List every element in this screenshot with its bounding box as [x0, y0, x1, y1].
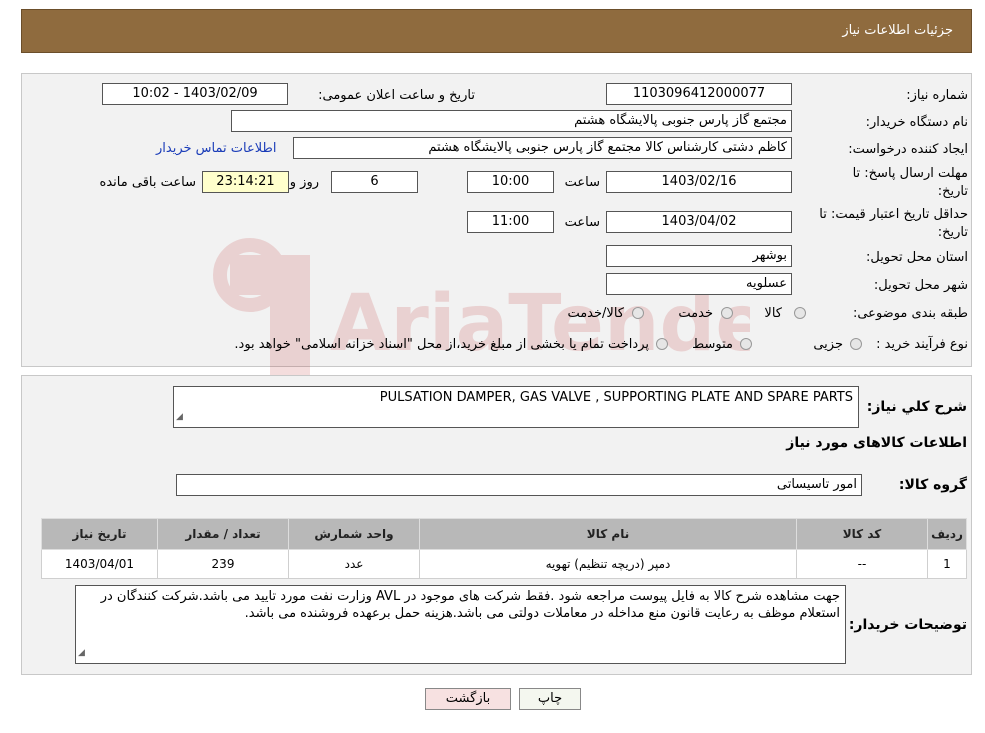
- col-code-header: کد کالا: [796, 518, 928, 550]
- notes-text: جهت مشاهده شرح کالا به فایل پیوست مراجعه…: [100, 589, 840, 621]
- process-radio-small[interactable]: [850, 338, 862, 350]
- buyer-org-label: نام دستگاه خریدار:: [865, 115, 968, 130]
- cell-code: --: [796, 549, 928, 579]
- notes-label: توضیحات خریدار:: [848, 617, 967, 633]
- cell-unit: عدد: [288, 549, 420, 579]
- announce-label: تاریخ و ساعت اعلان عمومی:: [318, 88, 475, 103]
- process-radio-treasury[interactable]: [656, 338, 668, 350]
- days-label: روز و: [289, 175, 319, 190]
- cell-name: دمپر (دریچه تنظیم) تهویه: [419, 549, 797, 579]
- need-number-field: 1103096412000077: [606, 83, 792, 105]
- page-title: جزئیات اطلاعات نیاز: [842, 23, 953, 38]
- remaining-time-field: 23:14:21: [202, 171, 289, 193]
- category-radio-goods-service[interactable]: [632, 307, 644, 319]
- process-option-medium: متوسط: [692, 337, 733, 352]
- deadline-time-field: 10:00: [467, 171, 554, 193]
- group-label: گروه کالا:: [898, 477, 967, 493]
- validity-label-date: تاریخ:: [937, 225, 968, 240]
- desc-text: PULSATION DAMPER, GAS VALVE , SUPPORTING…: [379, 390, 853, 405]
- watermark-mark-icon: [230, 255, 310, 385]
- table-row: 1 -- دمپر (دریچه تنظیم) تهویه عدد 239 14…: [41, 549, 967, 579]
- back-button[interactable]: بازگشت: [425, 688, 511, 710]
- page-header: جزئیات اطلاعات نیاز: [21, 9, 972, 53]
- validity-time-label: ساعت: [564, 215, 600, 230]
- creator-label: ایجاد کننده درخواست:: [848, 142, 968, 157]
- col-name-header: نام کالا: [419, 518, 797, 550]
- category-option-service: خدمت: [678, 306, 713, 321]
- goods-info-heading: اطلاعات کالاهای مورد نیاز: [786, 435, 967, 451]
- need-number-label: شماره نیاز:: [906, 88, 968, 103]
- province-field: بوشهر: [606, 245, 792, 267]
- deadline-date-field: 1403/02/16: [606, 171, 792, 193]
- province-label: استان محل تحویل:: [866, 250, 968, 265]
- cell-qty: 239: [157, 549, 289, 579]
- cell-row: 1: [927, 549, 967, 579]
- category-radio-goods[interactable]: [794, 307, 806, 319]
- print-button[interactable]: چاپ: [519, 688, 581, 710]
- process-radio-medium[interactable]: [740, 338, 752, 350]
- city-field: عسلویه: [606, 273, 792, 295]
- desc-label: شرح کلي نياز:: [866, 399, 967, 415]
- goods-table-header-row: ردیف کد کالا نام کالا واحد شمارش تعداد /…: [41, 518, 967, 550]
- deadline-label-date: تاریخ:: [937, 184, 968, 199]
- city-label: شهر محل تحویل:: [873, 278, 968, 293]
- category-radio-service[interactable]: [721, 307, 733, 319]
- col-date-header: تاریخ نیاز: [41, 518, 158, 550]
- resize-grip-icon[interactable]: ◢: [78, 645, 85, 662]
- goods-table: ردیف کد کالا نام کالا واحد شمارش تعداد /…: [41, 518, 967, 579]
- deadline-label: مهلت ارسال پاسخ: تا: [852, 166, 968, 181]
- validity-time-field: 11:00: [467, 211, 554, 233]
- remaining-label: ساعت باقی مانده: [99, 175, 196, 190]
- days-remaining-field: 6: [331, 171, 418, 193]
- notes-textarea[interactable]: جهت مشاهده شرح کالا به فایل پیوست مراجعه…: [75, 585, 846, 664]
- process-note: پرداخت تمام یا بخشی از مبلغ خرید،از محل …: [234, 337, 649, 352]
- cell-date: 1403/04/01: [41, 549, 158, 579]
- category-option-goods-service: کالا/خدمت: [567, 306, 624, 321]
- group-field: امور تاسیساتی: [176, 474, 862, 496]
- resize-grip-icon[interactable]: ◢: [176, 409, 183, 426]
- validity-date-field: 1403/04/02: [606, 211, 792, 233]
- desc-textarea[interactable]: PULSATION DAMPER, GAS VALVE , SUPPORTING…: [173, 386, 859, 428]
- col-row-header: ردیف: [927, 518, 967, 550]
- col-unit-header: واحد شمارش: [288, 518, 420, 550]
- col-qty-header: تعداد / مقدار: [157, 518, 289, 550]
- validity-label: حداقل تاریخ اعتبار قیمت: تا: [819, 207, 968, 222]
- buyer-org-field: مجتمع گاز پارس جنوبی پالایشگاه هشتم: [231, 110, 792, 132]
- process-label: نوع فرآیند خرید :: [876, 337, 968, 352]
- process-option-small: جزیی: [813, 337, 843, 352]
- announce-field: 1403/02/09 - 10:02: [102, 83, 288, 105]
- deadline-time-label: ساعت: [564, 175, 600, 190]
- category-option-goods: کالا: [764, 306, 782, 321]
- creator-field: کاظم دشتی کارشناس کالا مجتمع گاز پارس جن…: [293, 137, 792, 159]
- buyer-contact-link[interactable]: اطلاعات تماس خریدار: [156, 141, 276, 156]
- category-label: طبقه بندی موضوعی:: [852, 306, 968, 321]
